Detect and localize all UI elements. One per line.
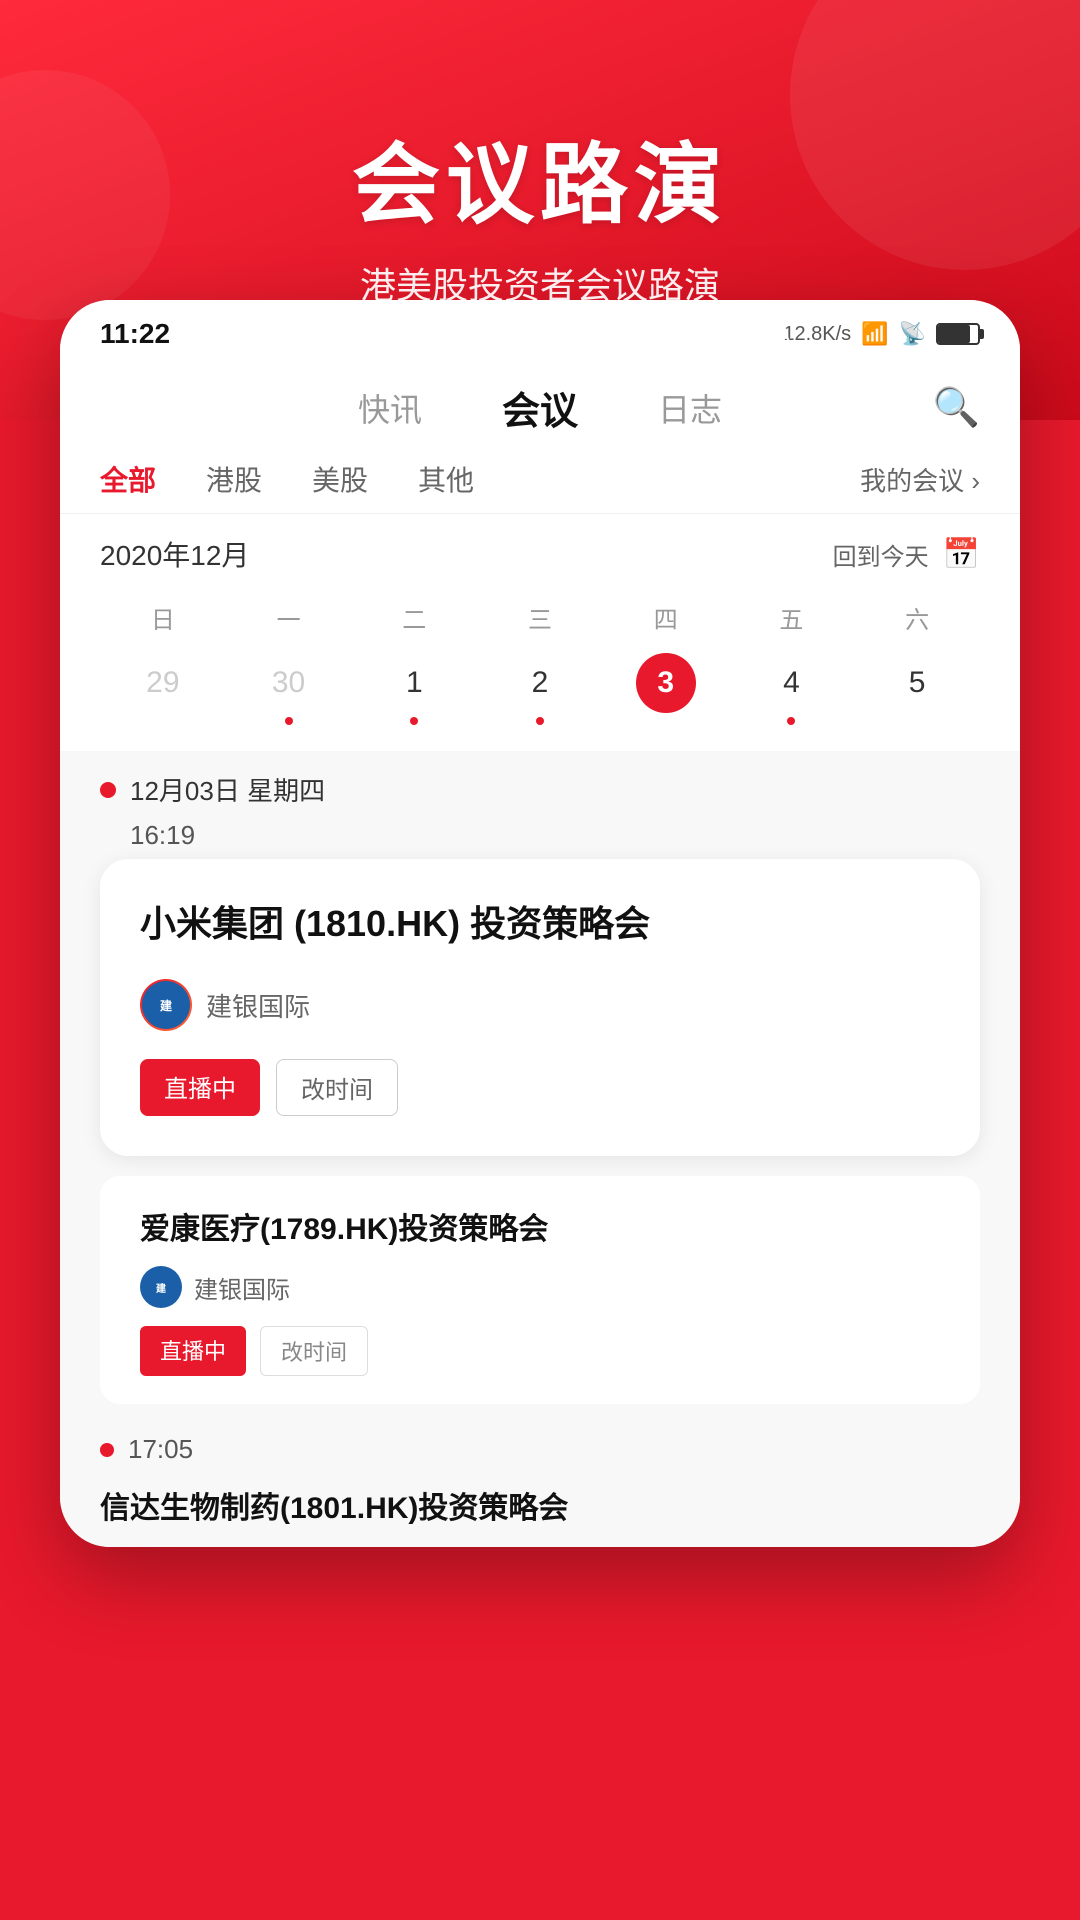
calendar-month: 2020年12月 xyxy=(100,534,249,574)
day-3-today[interactable]: 3 xyxy=(603,643,729,731)
event-date-text: 12月03日 星期四 xyxy=(130,771,325,808)
nav-tabs: 快讯 会议 日志 🔍 xyxy=(60,360,1020,445)
featured-card-1[interactable]: 小米集团 (1810.HK) 投资策略会 建 建银国际 直播中 改时间 xyxy=(100,859,980,1156)
svg-text:建: 建 xyxy=(155,1282,167,1295)
status-time: 11:22 xyxy=(100,318,170,350)
hero-title: 会议路演 xyxy=(352,114,728,241)
badge-live-1[interactable]: 直播中 xyxy=(140,1059,260,1116)
day-dot-30 xyxy=(285,717,293,725)
day-header-fri: 五 xyxy=(729,592,855,643)
day-dot-1 xyxy=(410,717,418,725)
svg-text:建: 建 xyxy=(159,998,173,1013)
event-time-1: 16:19 xyxy=(100,820,980,851)
day-num-29: 29 xyxy=(133,653,193,713)
calendar-grid: 日 一 二 三 四 五 六 29 30 1 2 xyxy=(100,592,980,731)
day-header-sat: 六 xyxy=(854,592,980,643)
calendar-header: 2020年12月 回到今天 📅 xyxy=(100,534,980,574)
day-dot-4 xyxy=(787,717,795,725)
calendar-section: 2020年12月 回到今天 📅 日 一 二 三 四 五 六 29 30 xyxy=(60,514,1020,751)
cat-hk[interactable]: 港股 xyxy=(206,459,262,499)
day-header-tue: 二 xyxy=(351,592,477,643)
day-num-4: 4 xyxy=(761,653,821,713)
day-4[interactable]: 4 xyxy=(729,643,855,731)
my-meeting-link[interactable]: 我的会议 › xyxy=(860,461,980,498)
day-header-mon: 一 xyxy=(226,592,352,643)
small-badge-reschedule-2[interactable]: 改时间 xyxy=(260,1326,368,1376)
small-card-title-2: 爱康医疗(1789.HK)投资策略会 xyxy=(140,1204,940,1248)
day-29[interactable]: 29 xyxy=(100,643,226,731)
small-badge-row-2: 直播中 改时间 xyxy=(140,1326,940,1376)
today-button[interactable]: 回到今天 xyxy=(833,537,929,572)
phone-mockup: 11:22 12.8K/s 📶 📡 快讯 会议 日志 🔍 全部 港股 美股 其他… xyxy=(60,300,1020,1547)
day-1[interactable]: 1 xyxy=(351,643,477,731)
day-header-wed: 三 xyxy=(477,592,603,643)
day-5[interactable]: 5 xyxy=(854,643,980,731)
event-title-3[interactable]: 信达生物制药(1801.HK)投资策略会 xyxy=(100,1473,980,1527)
cat-all[interactable]: 全部 xyxy=(100,459,156,499)
small-badge-live-2[interactable]: 直播中 xyxy=(140,1326,246,1376)
org-name-1: 建银国际 xyxy=(206,987,310,1024)
featured-card-title: 小米集团 (1810.HK) 投资策略会 xyxy=(140,899,940,949)
day-num-5: 5 xyxy=(887,653,947,713)
search-icon[interactable]: 🔍 xyxy=(933,386,980,430)
battery-icon xyxy=(936,323,980,345)
day-num-1: 1 xyxy=(384,653,444,713)
day-num-3: 3 xyxy=(636,653,696,713)
calendar-icon[interactable]: 📅 xyxy=(943,537,980,572)
badge-reschedule-1[interactable]: 改时间 xyxy=(276,1059,398,1116)
tab-meeting[interactable]: 会议 xyxy=(462,380,618,435)
small-card-2[interactable]: 爱康医疗(1789.HK)投资策略会 建 建银国际 直播中 改时间 xyxy=(100,1176,980,1404)
network-speed: 12.8K/s xyxy=(783,323,851,346)
day-header-sun: 日 xyxy=(100,592,226,643)
day-2[interactable]: 2 xyxy=(477,643,603,731)
category-filter: 全部 港股 美股 其他 我的会议 › xyxy=(60,445,1020,514)
time-text-2: 17:05 xyxy=(128,1434,193,1465)
status-icons: 12.8K/s 📶 📡 xyxy=(783,321,980,347)
tab-diary[interactable]: 日志 xyxy=(618,385,762,431)
org-logo-1: 建 xyxy=(140,979,192,1031)
day-header-thu: 四 xyxy=(603,592,729,643)
hero-subtitle: 港美股投资者会议路演 打破投资者与上市公司交流壁垒 xyxy=(288,259,792,367)
wifi-icon: 📡 xyxy=(899,321,926,347)
small-org-name-2: 建银国际 xyxy=(194,1270,290,1305)
small-org-row-2: 建 建银国际 xyxy=(140,1266,940,1308)
day-num-30: 30 xyxy=(259,653,319,713)
date-dot xyxy=(100,782,116,798)
day-dot-2 xyxy=(536,717,544,725)
event-list: 12月03日 星期四 16:19 小米集团 (1810.HK) 投资策略会 建 … xyxy=(60,751,1020,1547)
day-num-2: 2 xyxy=(510,653,570,713)
tab-news[interactable]: 快讯 xyxy=(318,385,462,431)
time-dot-2 xyxy=(100,1443,114,1457)
time-label-2: 17:05 xyxy=(100,1420,980,1473)
signal-icon: 📶 xyxy=(861,321,888,347)
small-org-logo-2: 建 xyxy=(140,1266,182,1308)
day-30[interactable]: 30 xyxy=(226,643,352,731)
cat-other[interactable]: 其他 xyxy=(418,459,474,499)
cat-us[interactable]: 美股 xyxy=(312,459,368,499)
badge-row-1: 直播中 改时间 xyxy=(140,1059,940,1116)
event-date-header: 12月03日 星期四 xyxy=(100,771,980,808)
org-row-1: 建 建银国际 xyxy=(140,979,940,1031)
calendar-controls: 回到今天 📅 xyxy=(833,537,980,572)
